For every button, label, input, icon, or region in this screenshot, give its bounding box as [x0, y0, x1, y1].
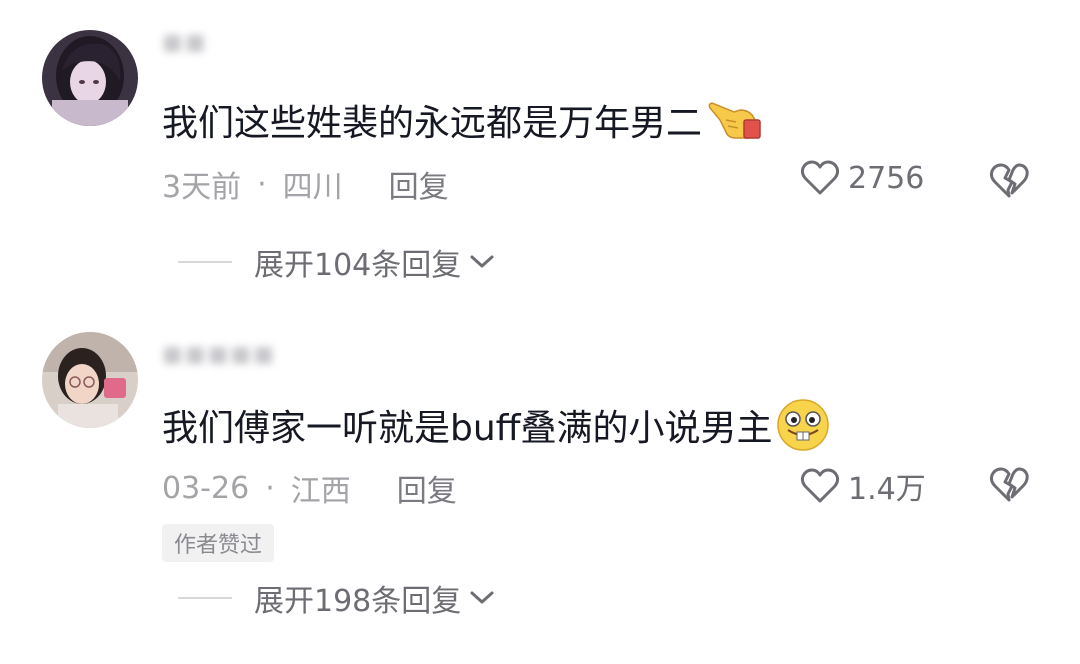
like-button[interactable]: 2756 [800, 160, 924, 196]
expand-replies-label: 展开104条回复 [254, 248, 462, 283]
expand-replies-label: 展开198条回复 [254, 584, 462, 619]
avatar-image [42, 30, 138, 126]
dislike-button[interactable] [988, 162, 1030, 204]
like-count: 1.4万 [848, 472, 926, 507]
comment-text-row: 我们傅家一听就是buff叠满的小说男主 [162, 398, 830, 452]
author-liked-badge: 作者赞过 [162, 524, 275, 562]
backhand-index-pointing-left-emoji-icon [706, 98, 762, 142]
expand-replies-button[interactable]: 展开104条回复 [178, 240, 495, 284]
meta-separator: · [257, 166, 267, 202]
avatar[interactable] [42, 332, 138, 428]
comment-text: 我们傅家一听就是buff叠满的小说男主 [162, 408, 773, 449]
comment-location: 四川 [282, 170, 343, 205]
dislike-button[interactable] [988, 466, 1030, 508]
heart-outline-icon [800, 468, 840, 503]
divider-line [178, 261, 232, 263]
avatar-image [42, 332, 138, 428]
like-count: 2756 [848, 160, 925, 196]
expand-replies-button[interactable]: 展开198条回复 [178, 576, 495, 620]
comment-list: ■■ 我们这些姓裴的永远都是万年男二 3天前 · 四川 回复 2756 展开10… [0, 0, 1080, 664]
username-blurred[interactable]: ■■■■■ [162, 342, 342, 370]
chevron-down-icon [470, 591, 494, 604]
reply-button[interactable]: 回复 [389, 162, 449, 206]
username-blurred[interactable]: ■■ [162, 30, 222, 58]
comment-time: 03-26 [162, 470, 250, 506]
comment-meta: 3天前 · 四川 回复 [162, 162, 449, 206]
broken-heart-icon [989, 467, 1029, 502]
comment-meta: 03-26 · 江西 回复 [162, 466, 457, 510]
comment-item: ■■ 我们这些姓裴的永远都是万年男二 3天前 · 四川 回复 2756 展开10… [0, 0, 1080, 300]
like-button[interactable]: 1.4万 [800, 464, 926, 508]
meta-separator: · [265, 470, 275, 506]
reply-button[interactable]: 回复 [397, 466, 457, 510]
chevron-down-icon [470, 255, 494, 268]
broken-heart-icon [989, 163, 1029, 198]
comment-time: 3天前 [162, 170, 242, 205]
heart-outline-icon [800, 160, 840, 195]
comment-text-row: 我们这些姓裴的永远都是万年男二 [162, 94, 762, 146]
comment-location: 江西 [290, 474, 351, 509]
divider-line [178, 597, 232, 599]
comment-text: 我们这些姓裴的永远都是万年男二 [162, 103, 703, 144]
comment-item: ■■■■■ 我们傅家一听就是buff叠满的小说男主 03-26 · 江西 回复 … [0, 320, 1080, 664]
avatar[interactable] [42, 30, 138, 126]
buck-teeth-smiley-emoji-icon [776, 398, 830, 452]
